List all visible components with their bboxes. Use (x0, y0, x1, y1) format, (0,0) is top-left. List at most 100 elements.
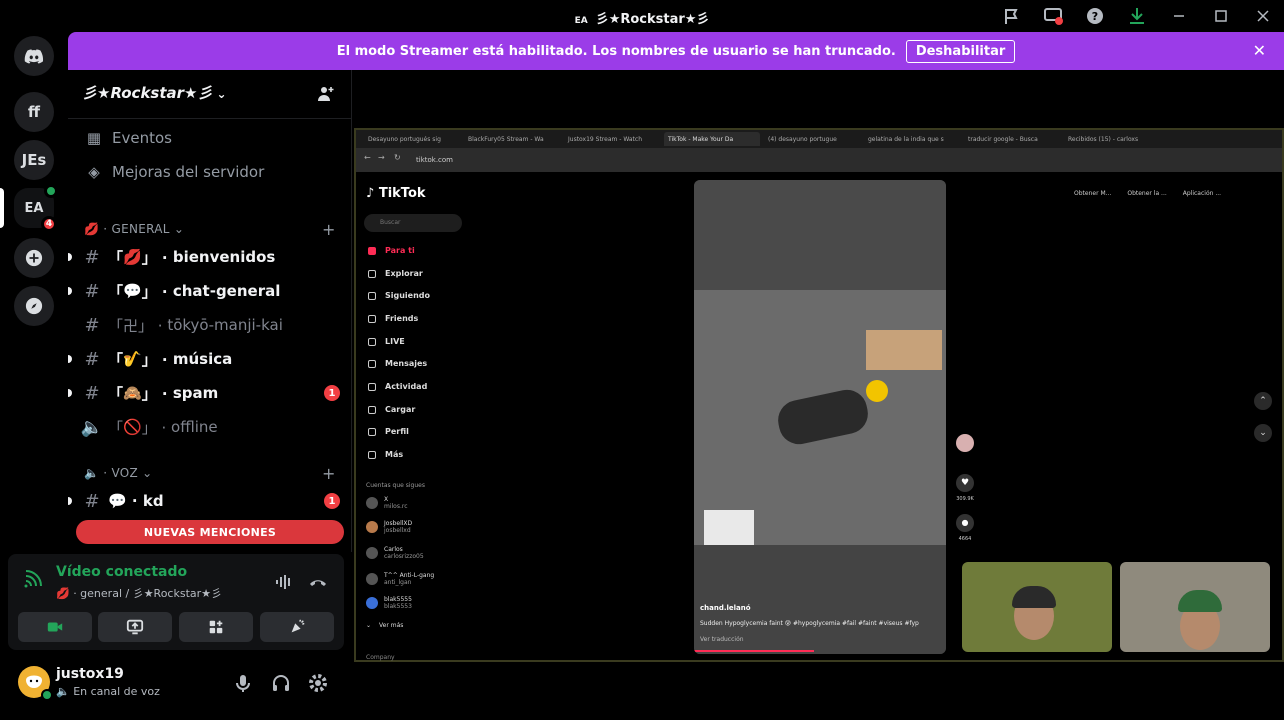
channel-kd[interactable]: # 💬 · kd 1 (68, 486, 344, 516)
following-account[interactable]: Xmilos.rc (366, 496, 408, 510)
video-stream[interactable]: Desayuno portugués sig BlackFury05 Strea… (354, 128, 1284, 662)
server-boosts-item[interactable]: ◈ Mejoras del servidor (84, 160, 264, 184)
browser-tab[interactable]: BlackFury05 Stream - Wa (464, 132, 560, 146)
tiktok-nav-explorar[interactable]: Explorar (368, 269, 423, 278)
tiktok-nav-siguiendo[interactable]: Siguiendo (368, 291, 430, 300)
see-more-link[interactable]: ⌄ Ver más (366, 622, 403, 629)
username[interactable]: justox19 (56, 666, 124, 682)
flag-icon[interactable] (990, 0, 1032, 32)
get-coins-button[interactable]: Obtener M... (1066, 190, 1119, 204)
friends-icon (368, 314, 376, 323)
explore-compass-icon[interactable] (14, 286, 54, 326)
tiktok-nav-mas[interactable]: Más (368, 450, 403, 459)
server-jes[interactable]: JEs (14, 140, 54, 180)
headphones-icon[interactable] (270, 672, 292, 694)
close-banner-icon[interactable]: ✕ (1253, 41, 1266, 60)
server-rockstar[interactable]: EA 4 (14, 184, 58, 232)
browser-tab[interactable]: Desayuno portugués sig (364, 132, 460, 146)
channel-offline[interactable]: 🔈 「🚫」 · offline (80, 412, 344, 442)
tiktok-nav-mensajes[interactable]: Mensajes (368, 359, 427, 368)
creator-avatar[interactable] (956, 434, 974, 452)
channel-spam[interactable]: # 「🙈」 · spam 1 (68, 378, 344, 408)
gear-icon[interactable] (307, 672, 329, 694)
following-account[interactable]: Carlos carlosrizzo05 (366, 546, 424, 560)
voice-status[interactable]: Vídeo conectado (56, 564, 187, 580)
download-icon[interactable] (1116, 0, 1158, 32)
footer-company[interactable]: Company (366, 654, 395, 661)
banner-text: El modo Streamer está habilitado. Los no… (336, 43, 896, 59)
close-window-icon[interactable] (1242, 0, 1284, 32)
hash-icon: # (84, 280, 100, 302)
following-account[interactable]: blak5555 blak5553 (366, 596, 412, 610)
channel-chat-general[interactable]: # 「💬」 · chat-general (68, 276, 344, 306)
browser-tab[interactable]: Recibidos (15) - carloxs (1064, 132, 1160, 146)
upload-icon (368, 405, 376, 414)
title-bar: EA 彡★Rockstar★彡 ? (0, 0, 1284, 32)
voice-location[interactable]: 💋 · general / 彡★Rockstar★彡 (56, 585, 222, 601)
tiktok-nav-actividad[interactable]: Actividad (368, 382, 427, 391)
tiktok-nav-cargar[interactable]: Cargar (368, 405, 415, 414)
avatar[interactable] (18, 666, 53, 701)
add-server-icon[interactable] (14, 238, 54, 278)
tiktok-nav-live[interactable]: LIVE (368, 337, 405, 346)
server-ff[interactable]: ff (14, 92, 54, 132)
following-account[interactable]: T^^ Anti-L-gang anti_lgan (366, 572, 434, 586)
video-person-head (866, 380, 888, 402)
camera-button[interactable] (18, 612, 92, 642)
video-progress-bar[interactable] (694, 650, 814, 652)
new-mentions-button[interactable]: NUEVAS MENCIONES (76, 520, 344, 544)
activities-button[interactable] (179, 612, 253, 642)
comment-icon[interactable]: ● (956, 514, 974, 532)
webcam-participant-2[interactable] (1120, 562, 1270, 652)
browser-tab[interactable]: gelatina de la india que s (864, 132, 960, 146)
heart-icon[interactable]: ♥ (956, 474, 974, 492)
webcam-participant-1[interactable] (962, 562, 1112, 652)
events-item[interactable]: ▦ Eventos (84, 126, 172, 150)
maximize-icon[interactable] (1200, 0, 1242, 32)
get-app-button[interactable]: Obtener la ... (1119, 190, 1174, 204)
screen-share-icon[interactable] (1032, 0, 1074, 32)
video-author[interactable]: chand.lelanó (700, 604, 751, 612)
back-icon[interactable]: ← (364, 153, 371, 162)
disable-streamer-button[interactable]: Deshabilitar (905, 39, 1016, 63)
category-voz[interactable]: 🔈 · VOZ ⌄ + (84, 463, 335, 483)
channel-tokyo-manji-kai[interactable]: # 「卍」 · tōkyō-manji-kai (80, 310, 344, 340)
browser-tab[interactable]: Justox19 Stream - Watch (564, 132, 660, 146)
home-icon (368, 246, 376, 255)
tiktok-search-input[interactable]: Buscar (364, 214, 462, 232)
desktop-app-button[interactable]: Aplicación ... (1175, 190, 1229, 204)
share-screen-button[interactable] (98, 612, 172, 642)
user-panel: justox19 🔈 En canal de voz (8, 656, 344, 714)
browser-tab[interactable]: (4) desayuno portugue (764, 132, 860, 146)
tiktok-nav-friends[interactable]: Friends (368, 314, 418, 323)
next-video-chevron-down-icon[interactable]: ⌄ (1254, 424, 1272, 442)
soundboard-button[interactable] (260, 612, 334, 642)
help-icon[interactable]: ? (1074, 0, 1116, 32)
noise-suppression-icon[interactable] (274, 572, 294, 592)
see-translation-link[interactable]: Ver traducción (700, 636, 744, 643)
add-channel-general-icon[interactable]: + (322, 220, 336, 239)
discord-home-icon[interactable] (14, 36, 54, 76)
microphone-icon[interactable] (232, 672, 254, 694)
disconnect-phone-icon[interactable] (308, 572, 328, 592)
category-general[interactable]: 💋 · GENERAL ⌄ + (84, 219, 335, 239)
add-channel-voz-icon[interactable]: + (322, 464, 336, 483)
server-name-header[interactable]: 彡★Rockstar★彡 ⌄ (82, 82, 227, 103)
channel-musica[interactable]: # 「🎷」 · música (68, 344, 344, 374)
invite-people-icon[interactable] (315, 84, 335, 104)
hash-icon: # (84, 314, 100, 336)
browser-tab[interactable]: traducir google - Busca (964, 132, 1060, 146)
browser-tab-active[interactable]: TikTok - Make Your Da (664, 132, 760, 146)
tiktok-nav-para-ti[interactable]: Para ti (368, 246, 415, 255)
url-field[interactable]: tiktok.com (416, 153, 1136, 167)
tiktok-nav-perfil[interactable]: Perfil (368, 427, 409, 436)
tiktok-logo[interactable]: ♪ TikTok (366, 186, 426, 201)
minimize-icon[interactable] (1158, 0, 1200, 32)
previous-video-chevron-up-icon[interactable]: ⌃ (1254, 392, 1272, 410)
forward-icon[interactable]: → (378, 153, 385, 162)
signal-icon[interactable] (22, 568, 44, 590)
channel-bienvenidos[interactable]: # 「💋」 · bienvenidos (68, 242, 344, 272)
reload-icon[interactable]: ↻ (394, 153, 401, 162)
following-account[interactable]: JosbellXD josbellxd (366, 520, 412, 534)
tiktok-video-player[interactable]: chand.lelanó Sudden Hypoglycemia faint 😰… (694, 180, 946, 654)
